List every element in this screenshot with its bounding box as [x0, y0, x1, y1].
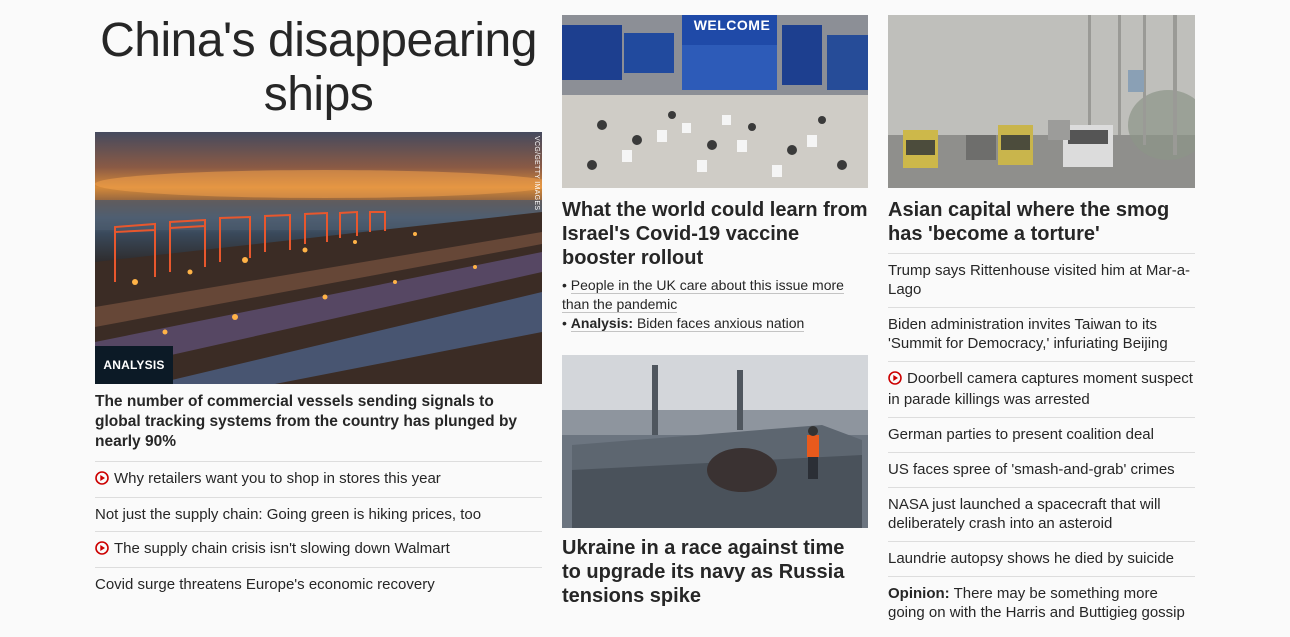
list-item-label: US faces spree of 'smash-and-grab' crime…	[888, 461, 1175, 478]
list-item[interactable]: US faces spree of 'smash-and-grab' crime…	[888, 452, 1195, 487]
list-item-label: German parties to present coalition deal	[888, 426, 1154, 443]
list-item-label: Covid surge threatens Europe's economic …	[95, 576, 435, 593]
ukraine-image[interactable]	[562, 355, 868, 528]
list-item[interactable]: NASA just launched a spacecraft that wil…	[888, 487, 1195, 541]
list-item[interactable]: Biden administration invites Taiwan to i…	[888, 307, 1195, 361]
list-item-label: People in the UK care about this issue m…	[562, 277, 844, 313]
welcome-sign: WELCOME	[693, 17, 771, 33]
list-item[interactable]: Doorbell camera captures moment suspect …	[888, 361, 1195, 417]
list-item-label: NASA just launched a spacecraft that wil…	[888, 496, 1161, 532]
lead-story: China's disappearing ships VCG/GETTY IMA…	[95, 14, 542, 601]
list-item[interactable]: • People in the UK care about this issue…	[562, 276, 868, 314]
right-news-list: Trump says Rittenhouse visited him at Ma…	[888, 253, 1195, 630]
opinion-label: Opinion:	[888, 585, 950, 602]
israel-headline[interactable]: What the world could learn from Israel's…	[562, 198, 868, 270]
play-icon	[95, 471, 109, 490]
list-item-label: The supply chain crisis isn't slowing do…	[114, 540, 450, 557]
israel-image[interactable]: WELCOME	[562, 15, 868, 188]
list-item[interactable]: Not just the supply chain: Going green i…	[95, 497, 542, 531]
list-item[interactable]: Opinion: There may be something more goi…	[888, 576, 1195, 630]
image-credit: VCG/GETTY IMAGES	[533, 136, 540, 211]
analysis-badge: ANALYSIS	[95, 346, 173, 384]
list-item-label: Biden faces anxious nation	[636, 315, 805, 331]
lead-image[interactable]: VCG/GETTY IMAGES ANALYSIS	[95, 132, 542, 384]
list-item[interactable]: The supply chain crisis isn't slowing do…	[95, 531, 542, 567]
right-column: Asian capital where the smog has 'become…	[888, 15, 1195, 630]
lead-title[interactable]: China's disappearing ships	[95, 14, 542, 122]
list-item-label: Doorbell camera captures moment suspect …	[888, 370, 1193, 408]
list-item-label: Trump says Rittenhouse visited him at Ma…	[888, 262, 1191, 298]
list-item-label: Biden administration invites Taiwan to i…	[888, 316, 1168, 352]
list-item-label: Laundrie autopsy shows he died by suicid…	[888, 550, 1175, 567]
list-item-label: Not just the supply chain: Going green i…	[95, 506, 482, 523]
middle-column: WELCOME What the world could learn from …	[562, 15, 868, 608]
list-item[interactable]: Why retailers want you to shop in stores…	[95, 461, 542, 497]
list-item[interactable]: Laundrie autopsy shows he died by suicid…	[888, 541, 1195, 576]
list-item[interactable]: • Analysis: Biden faces anxious nation	[562, 314, 868, 333]
smog-image[interactable]	[888, 15, 1195, 188]
list-item[interactable]: German parties to present coalition deal	[888, 417, 1195, 452]
analysis-label: Analysis:	[570, 315, 634, 331]
list-item[interactable]: Trump says Rittenhouse visited him at Ma…	[888, 253, 1195, 307]
list-item-label: Why retailers want you to shop in stores…	[114, 470, 441, 487]
lead-headline[interactable]: The number of commercial vessels sending…	[95, 392, 542, 452]
play-icon	[95, 541, 109, 560]
play-icon	[888, 371, 902, 390]
smog-headline[interactable]: Asian capital where the smog has 'become…	[888, 198, 1195, 246]
lead-related-list: Why retailers want you to shop in stores…	[95, 461, 542, 601]
list-item[interactable]: Covid surge threatens Europe's economic …	[95, 567, 542, 601]
ukraine-headline[interactable]: Ukraine in a race against time to upgrad…	[562, 536, 868, 608]
israel-subitems: • People in the UK care about this issue…	[562, 276, 868, 333]
